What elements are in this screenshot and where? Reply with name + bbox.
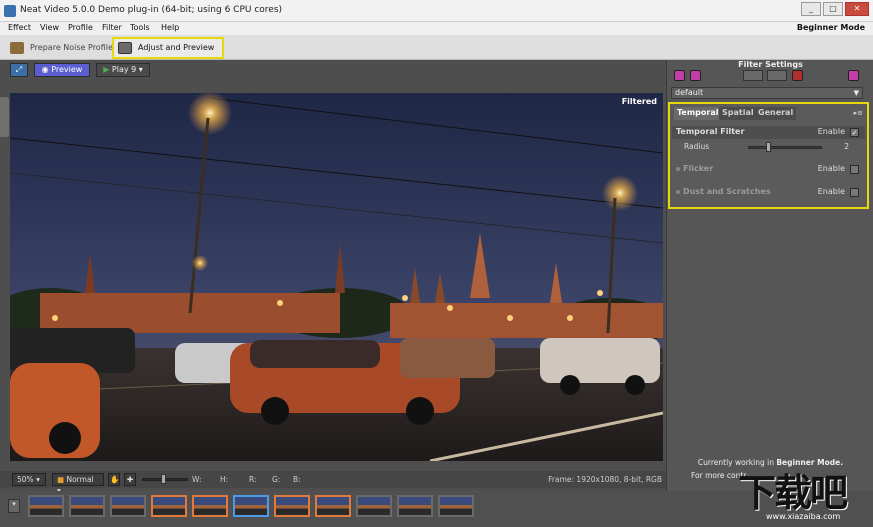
- preview-pane: ⤢ ◉ Preview ▶ Play 9 ▾ Filtered 50% ▾ ■ …: [0, 60, 666, 525]
- quality-icon: ■: [57, 475, 65, 484]
- reset-icon[interactable]: [792, 70, 803, 81]
- filter-settings-title: Filter Settings: [738, 60, 803, 69]
- dust-enable-label: Enable: [817, 187, 845, 196]
- frame-thumbnail[interactable]: [110, 495, 146, 517]
- chevron-down-icon: ▾: [36, 475, 40, 484]
- status-bar: 50% ▾ ■ Normal ▾ ✋ ✚ W: H: R: G: B: Fram…: [0, 471, 666, 495]
- help-icon[interactable]: [848, 70, 859, 81]
- video-viewer[interactable]: Filtered: [10, 93, 663, 461]
- radius-row: Radius 2: [672, 141, 865, 154]
- flicker-label: Flicker: [683, 164, 714, 173]
- chevron-down-icon: ▼: [853, 89, 859, 97]
- step-adjust-and-preview[interactable]: Adjust and Preview: [112, 37, 225, 59]
- play-icon: ▶: [103, 65, 112, 74]
- noise-profile-icon: [10, 41, 24, 54]
- filter-settings-panel: Filter Settings default ▼ Temporal Spati…: [666, 60, 873, 491]
- temporal-enable-label: Enable: [817, 127, 845, 136]
- hand-tool-button[interactable]: ✋: [108, 473, 120, 486]
- frame-thumbnail[interactable]: [356, 495, 392, 517]
- menu-effect[interactable]: Effect: [8, 23, 31, 32]
- preview-button[interactable]: ◉ Preview: [34, 63, 90, 77]
- open-preset-icon[interactable]: [674, 70, 685, 81]
- tab-spatial[interactable]: Spatial: [719, 107, 757, 120]
- quality-select[interactable]: ■ Normal ▾: [52, 473, 104, 495]
- radius-label: Radius: [684, 142, 710, 151]
- hand-icon: ✋: [110, 475, 120, 484]
- expand-dot-icon[interactable]: [676, 166, 680, 171]
- flicker-enable-label: Enable: [817, 164, 845, 173]
- frame-thumbnail[interactable]: [192, 495, 228, 517]
- strip-toggle-button[interactable]: ▾: [8, 499, 20, 513]
- play-button[interactable]: ▶ Play 9 ▾: [96, 63, 150, 77]
- close-button[interactable]: ✕: [845, 2, 869, 16]
- menu-profile[interactable]: Profile: [68, 23, 93, 32]
- fit-view-button[interactable]: ⤢: [10, 63, 28, 77]
- step-prepare-noise-profile[interactable]: Prepare Noise Profile: [10, 40, 113, 56]
- radius-slider-track[interactable]: [748, 146, 822, 149]
- mode-indicator[interactable]: Beginner Mode: [797, 23, 865, 32]
- menu-tools[interactable]: Tools: [130, 23, 150, 32]
- title-bar: Neat Video 5.0.0 Demo plug-in (64-bit; u…: [0, 0, 873, 22]
- radius-slider-thumb[interactable]: [766, 142, 771, 152]
- filtered-overlay-label: Filtered: [621, 97, 657, 106]
- frame-thumbnail[interactable]: [274, 495, 310, 517]
- flicker-row: Flicker Enable: [672, 163, 865, 176]
- steps-bar: Prepare Noise Profile Adjust and Preview: [0, 35, 873, 60]
- adjust-icon: [118, 41, 132, 54]
- preview-toolbar: ⤢ ◉ Preview ▶ Play 9 ▾: [0, 60, 666, 80]
- g-label: G:: [272, 475, 281, 484]
- h-label: H:: [220, 475, 229, 484]
- frame-thumbnail[interactable]: [315, 495, 351, 517]
- temporal-filter-label: Temporal Filter: [676, 127, 745, 136]
- dust-label: Dust and Scratches: [683, 187, 771, 196]
- dust-row: Dust and Scratches Enable: [672, 186, 865, 199]
- minimize-button[interactable]: _: [801, 2, 821, 16]
- step-prepare-label: Prepare Noise Profile: [30, 43, 113, 52]
- menu-bar: Effect View Profile Filter Tools Help Be…: [0, 22, 873, 35]
- window-title: Neat Video 5.0.0 Demo plug-in (64-bit; u…: [20, 5, 283, 15]
- frame-thumbnail[interactable]: [69, 495, 105, 517]
- compare-tool-button[interactable]: ✚: [124, 473, 136, 486]
- eye-icon: ◉: [41, 65, 52, 74]
- w-label: W:: [192, 475, 202, 484]
- temporal-filter-row: Temporal Filter Enable ✓: [672, 126, 865, 139]
- menu-filter[interactable]: Filter: [102, 23, 122, 32]
- frame-thumbnail[interactable]: [28, 495, 64, 517]
- side-panel-handle[interactable]: [0, 97, 9, 137]
- step-adjust-label: Adjust and Preview: [138, 43, 215, 52]
- frame-thumbnail[interactable]: [151, 495, 187, 517]
- zoom-select[interactable]: 50% ▾: [12, 473, 46, 486]
- redo-button[interactable]: [767, 70, 787, 81]
- tab-general[interactable]: General: [755, 107, 797, 120]
- temporal-enable-checkbox[interactable]: ✓: [850, 128, 859, 137]
- zoom-slider-thumb[interactable]: [161, 474, 166, 484]
- preset-select[interactable]: default ▼: [671, 87, 863, 99]
- watermark-logo: 下载吧 www.xiazaiba.com: [738, 471, 848, 521]
- dust-enable-checkbox[interactable]: [850, 188, 859, 197]
- tabs-menu-icon[interactable]: ▸≡: [854, 109, 863, 117]
- maximize-button[interactable]: □: [823, 2, 843, 16]
- video-frame-image: [10, 93, 663, 461]
- frame-thumbnail[interactable]: [397, 495, 433, 517]
- frame-thumbnail-current[interactable]: [233, 495, 269, 517]
- frame-thumbnail[interactable]: [438, 495, 474, 517]
- menu-view[interactable]: View: [40, 23, 59, 32]
- r-label: R:: [249, 475, 257, 484]
- save-preset-icon[interactable]: [690, 70, 701, 81]
- tab-temporal[interactable]: Temporal: [674, 107, 722, 120]
- app-icon: [4, 5, 16, 17]
- expand-dot-icon[interactable]: [676, 189, 680, 194]
- chevron-down-icon: ▾: [138, 65, 143, 74]
- undo-button[interactable]: [743, 70, 763, 81]
- radius-value: 2: [844, 142, 849, 151]
- b-label: B:: [293, 475, 301, 484]
- filter-settings-box: Temporal Spatial General ▸≡ Temporal Fil…: [668, 102, 869, 209]
- compare-icon: ✚: [126, 475, 134, 484]
- flicker-enable-checkbox[interactable]: [850, 165, 859, 174]
- menu-help[interactable]: Help: [161, 23, 179, 32]
- frame-info: Frame: 1920x1080, 8-bit, RGB: [548, 475, 662, 484]
